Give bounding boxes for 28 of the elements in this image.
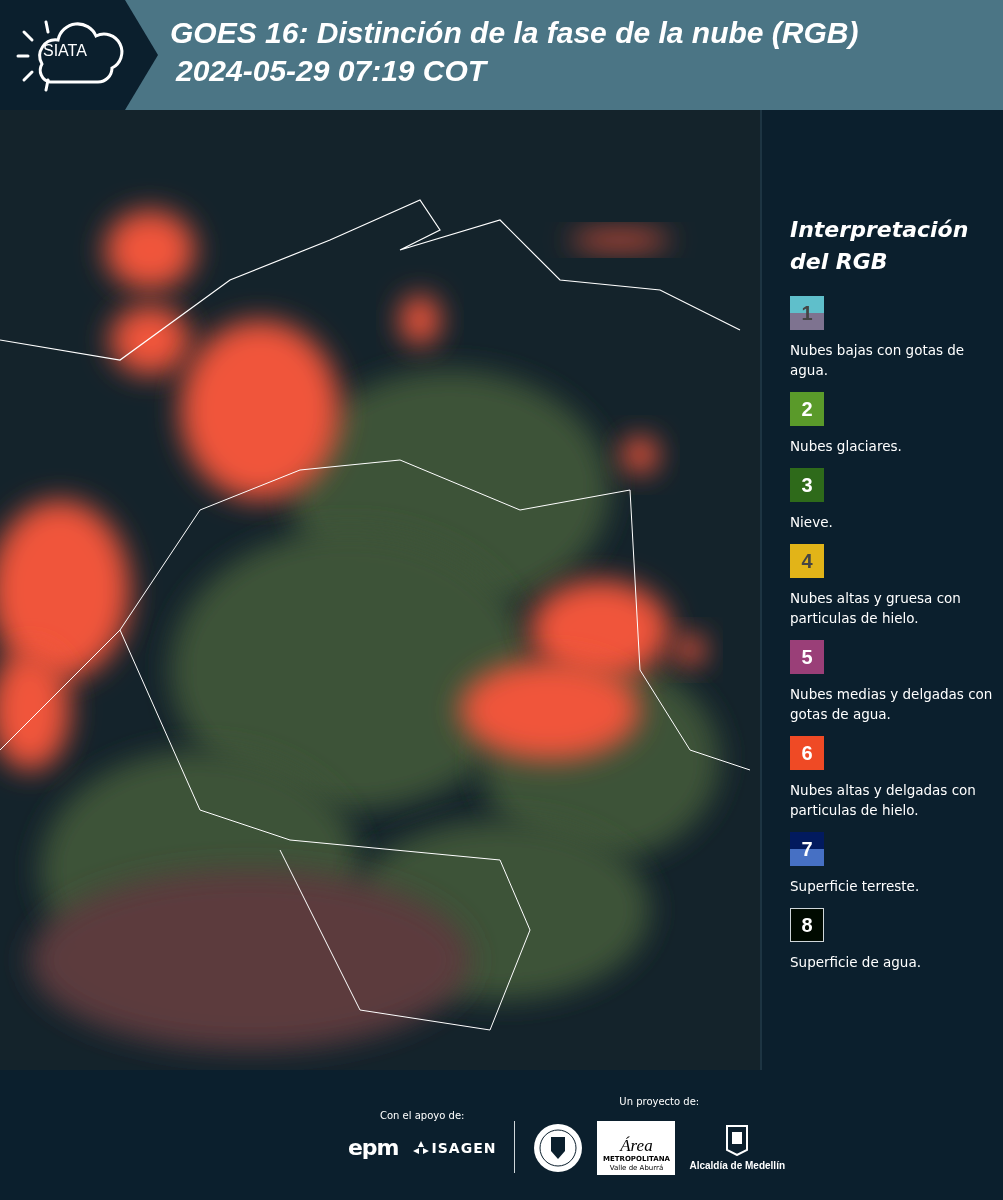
sponsor-logo: epm [347,1135,399,1160]
legend-label: Superficie de agua. [790,953,922,972]
area-logo-title: Área [620,1136,653,1155]
sponsor-logo: ISAGEN [431,1139,497,1156]
legend-label: Nubes altas y delgadas con particulas de hielo. [790,781,977,820]
seal-icon [533,1122,584,1173]
timestamp: 2024-05-29 07:19 COT [174,53,489,89]
legend-label: Nubes altas y gruesa con particulas de hielo. [790,589,962,628]
support-label: Con el apoyo de: [380,1110,465,1121]
logo-text: SIATA [43,42,87,60]
triangle-icon [412,1140,429,1155]
legend-label: Nubes medias y delgadas con gotas de agua. [790,685,994,724]
legend-number: 8 [800,914,814,936]
legend-label: Nubes bajas con gotas de agua. [790,341,966,380]
legend-label: Nubes glaciares. [790,437,903,456]
legend-number: 5 [800,646,814,668]
legend-title: Interpretación del RGB [790,216,970,276]
legend-label: Superficie terreste. [790,877,921,896]
legend-number: 3 [800,474,814,496]
legend-number: 6 [800,742,814,764]
sun-cloud-icon [16,18,126,92]
legend-number: 2 [800,398,814,420]
shield-icon [725,1124,750,1156]
alcaldia-logo-text: Alcaldía de Medellín [689,1160,786,1171]
project-label: Un proyecto de: [619,1095,700,1107]
page-title: GOES 16: Distinción de la fase de la nube (RGB) [170,15,859,51]
legend-label: Nieve. [790,513,834,532]
legend-number: 4 [800,550,814,572]
